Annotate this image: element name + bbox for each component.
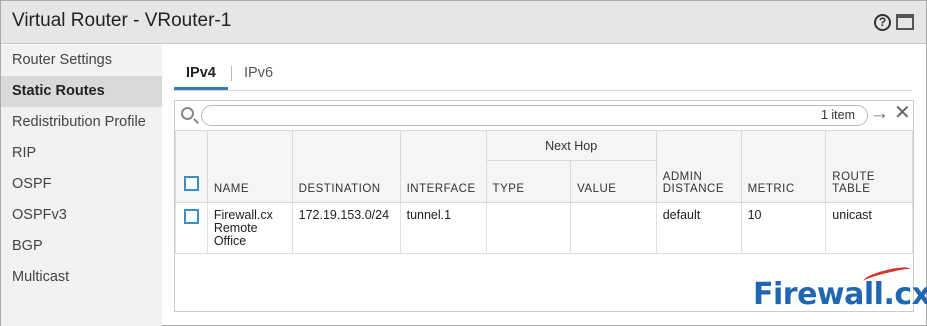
column-header-admin-distance[interactable]: ADMIN DISTANCE [655, 130, 742, 203]
tab-ipv6[interactable]: IPv6 [232, 63, 285, 90]
sidebar: Router Settings Static Routes Redistribu… [1, 45, 162, 326]
search-input[interactable]: 1 item [201, 105, 868, 126]
dialog-title: Virtual Router - VRouter-1 [12, 10, 232, 31]
column-header-name[interactable]: NAME [206, 130, 293, 203]
sidebar-item-redistribution-profile[interactable]: Redistribution Profile [1, 107, 162, 138]
sidebar-item-bgp[interactable]: BGP [1, 231, 162, 262]
column-header-route-table[interactable]: ROUTE TABLE [825, 130, 913, 203]
search-icon [181, 107, 194, 120]
sidebar-item-ospf[interactable]: OSPF [1, 169, 162, 200]
sidebar-item-static-routes[interactable]: Static Routes [1, 76, 162, 107]
column-header-type[interactable]: TYPE [485, 160, 572, 203]
table-row[interactable]: Firewall.cx Remote Office 172.19.153.0/24 … [175, 202, 913, 254]
name-line1: Firewall.cx [213, 208, 273, 222]
route-table-line2: TABLE [832, 183, 871, 195]
cell-route-table: unicast [825, 202, 913, 254]
sidebar-item-ospfv3[interactable]: OSPFv3 [1, 200, 162, 231]
clear-filter-icon[interactable]: ✕ [894, 103, 911, 123]
dialog-titlebar: Virtual Router - VRouter-1 ? [1, 1, 926, 44]
cell-admin-distance: default [655, 202, 742, 254]
cell-value [570, 202, 657, 254]
cell-destination: 172.19.153.0/24 [291, 202, 401, 254]
column-header-value[interactable]: VALUE [570, 160, 657, 203]
row-checkbox[interactable] [183, 209, 199, 224]
cell-name[interactable]: Firewall.cx Remote Office [206, 202, 293, 254]
admin-distance-line2: DISTANCE [662, 183, 724, 195]
route-table-line1: ROUTE [832, 171, 876, 183]
search-bar: 1 item → ✕ [175, 101, 915, 130]
routes-table: NAME DESTINATION INTERFACE Next Hop ADMI… [175, 130, 913, 254]
cell-type [485, 202, 572, 254]
sidebar-item-rip[interactable]: RIP [1, 138, 162, 169]
admin-distance-line1: ADMIN [662, 171, 703, 183]
column-header-destination[interactable]: DESTINATION [291, 130, 401, 203]
apply-filter-icon[interactable]: → [870, 104, 889, 124]
item-count: 1 item [820, 108, 855, 122]
tab-underline [174, 90, 912, 91]
help-icon[interactable]: ? [874, 14, 891, 31]
cell-interface: tunnel.1 [399, 202, 487, 254]
maximize-icon[interactable] [896, 14, 914, 30]
watermark-logo: Firewall.cx [753, 277, 927, 312]
column-group-next-hop: Next Hop [485, 130, 657, 161]
column-header-interface[interactable]: INTERFACE [399, 130, 487, 203]
sidebar-item-multicast[interactable]: Multicast [1, 262, 162, 293]
virtual-router-dialog: Virtual Router - VRouter-1 ? Router Sett… [0, 0, 927, 326]
name-line2: Remote [213, 221, 258, 235]
tab-ipv4[interactable]: IPv4 [174, 63, 228, 90]
select-all-header [175, 130, 208, 203]
select-all-checkbox[interactable] [183, 176, 199, 191]
column-header-metric[interactable]: METRIC [740, 130, 827, 203]
row-select-cell [175, 202, 208, 254]
name-line3: Office [213, 234, 247, 248]
sidebar-item-router-settings[interactable]: Router Settings [1, 45, 162, 76]
cell-metric: 10 [740, 202, 827, 254]
